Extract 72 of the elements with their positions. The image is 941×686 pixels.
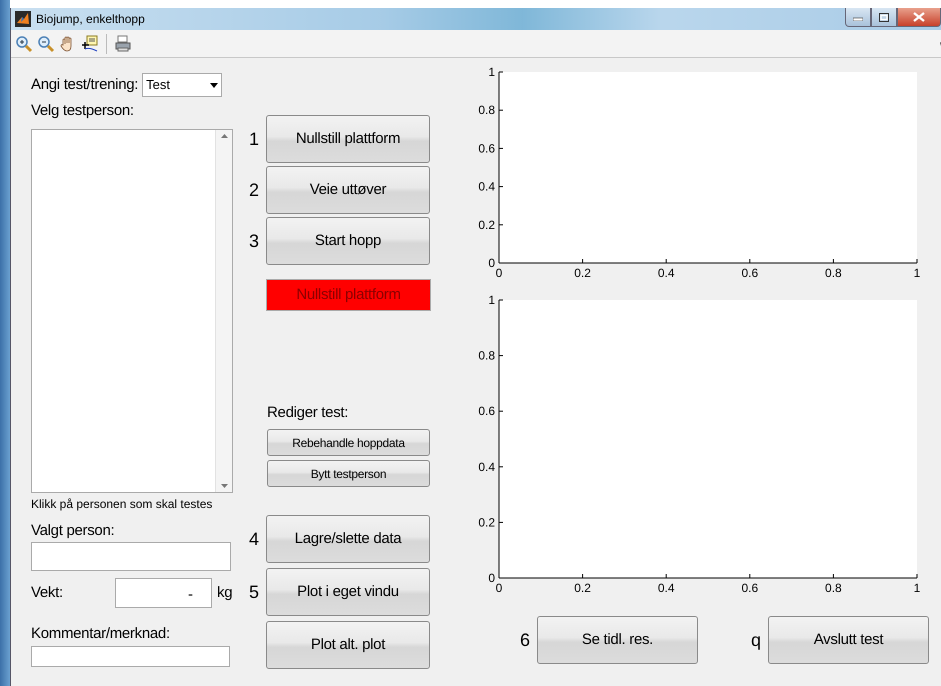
tick-label: 0.6 bbox=[741, 581, 758, 595]
app-icon bbox=[15, 11, 31, 27]
tick-label: 0.8 bbox=[825, 581, 842, 595]
tick-label: 1 bbox=[914, 581, 920, 595]
tick-label: 0.4 bbox=[478, 460, 495, 474]
action-button[interactable]: Avslutt test bbox=[768, 616, 929, 664]
selected-person-field[interactable] bbox=[31, 542, 231, 571]
action-button[interactable]: Plot alt. plot bbox=[266, 621, 430, 669]
action-button[interactable]: Plot i eget vindu bbox=[266, 568, 430, 616]
step-number: 1 bbox=[249, 129, 260, 149]
tick-label: 0.8 bbox=[478, 103, 495, 118]
weight-unit: kg bbox=[217, 584, 232, 602]
data-cursor-icon bbox=[81, 34, 99, 52]
tick-label: 0.2 bbox=[478, 515, 495, 530]
comment-label: Kommentar/merknad: bbox=[31, 625, 171, 643]
person-list-label: Velg testperson: bbox=[31, 102, 135, 120]
data-cursor-button[interactable] bbox=[81, 34, 99, 52]
step-button[interactable]: Nullstill plattform bbox=[266, 115, 430, 163]
mode-label: Angi test/trening: bbox=[31, 76, 138, 94]
step-number: q bbox=[751, 630, 762, 650]
person-list-hint: Klikk på personen som skal testes bbox=[31, 497, 214, 511]
edit-section-title: Rediger test: bbox=[266, 404, 350, 422]
zoom-in-icon bbox=[15, 34, 33, 52]
weight-label: Vekt: bbox=[31, 584, 64, 602]
edit-button[interactable]: Rebehandle hoppdata bbox=[267, 429, 430, 456]
step-button[interactable]: Start hopp bbox=[266, 217, 430, 265]
tick-label: 0.2 bbox=[574, 581, 591, 595]
selected-person-label: Valgt person: bbox=[31, 522, 116, 540]
zoom-out-icon bbox=[37, 34, 55, 52]
tick-label: 0.4 bbox=[658, 266, 675, 280]
printer-icon bbox=[114, 34, 132, 52]
step-number: 5 bbox=[249, 582, 260, 602]
tick-label: 0 bbox=[488, 256, 495, 270]
scroll-down-icon bbox=[220, 484, 228, 488]
maximize-icon bbox=[879, 12, 889, 22]
close-button[interactable] bbox=[897, 8, 941, 27]
tick-label: 0.6 bbox=[478, 404, 495, 418]
scrollbar[interactable] bbox=[215, 130, 232, 492]
tick-label: 0.4 bbox=[478, 180, 495, 194]
scroll-up-icon bbox=[220, 134, 228, 138]
tick-label: 0 bbox=[496, 266, 502, 280]
zoom-out-button[interactable] bbox=[37, 34, 55, 52]
tick-label: 0 bbox=[488, 571, 495, 585]
close-icon bbox=[913, 12, 925, 22]
comment-field[interactable] bbox=[31, 646, 230, 667]
window-title: Biojump, enkelthopp bbox=[36, 11, 145, 28]
step-button[interactable]: Veie uttøver bbox=[266, 166, 430, 214]
step-number: 2 bbox=[249, 180, 260, 200]
tick-label: 0.8 bbox=[478, 348, 495, 363]
mode-dropdown[interactable]: Test bbox=[142, 73, 222, 97]
print-button[interactable] bbox=[114, 34, 132, 52]
weight-field[interactable]: - bbox=[115, 578, 212, 608]
edit-button[interactable]: Bytt testperson bbox=[267, 460, 430, 487]
tick-label: 1 bbox=[914, 266, 920, 280]
tick-label: 0.6 bbox=[478, 141, 495, 156]
tick-label: 0.6 bbox=[741, 266, 758, 280]
status-indicator: Nullstill plattform bbox=[266, 279, 431, 311]
tick-label: 0.2 bbox=[478, 218, 495, 232]
tick-label: 0.8 bbox=[825, 266, 842, 280]
minimize-button[interactable] bbox=[845, 8, 871, 27]
tick-label: 0.2 bbox=[574, 266, 591, 280]
tick-label: 1 bbox=[488, 65, 495, 79]
step-number: 6 bbox=[520, 630, 532, 650]
step-number: 3 bbox=[249, 231, 260, 251]
tick-label: 0.4 bbox=[658, 581, 675, 595]
tick-label: 0 bbox=[496, 581, 502, 595]
action-button[interactable]: Se tidl. res. bbox=[537, 616, 698, 664]
zoom-in-button[interactable] bbox=[15, 34, 33, 52]
tick-label: 1 bbox=[488, 293, 495, 307]
maximize-button[interactable] bbox=[871, 8, 897, 27]
action-button[interactable]: Lagre/slette data bbox=[266, 515, 430, 563]
step-number: 4 bbox=[249, 529, 260, 549]
